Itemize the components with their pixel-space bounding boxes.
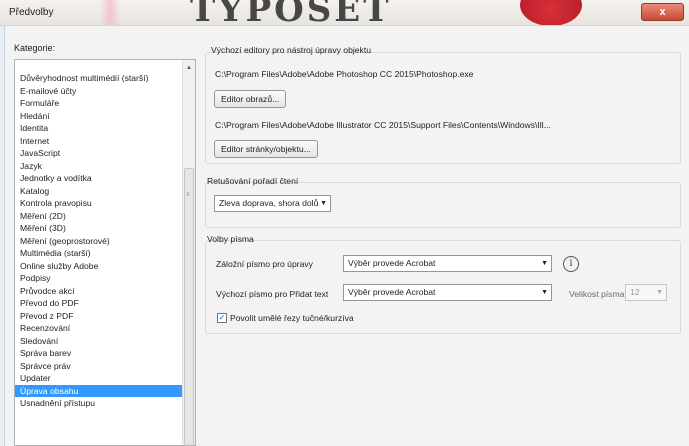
categories-list[interactable]: Důvěryhodnost multimédií (starší) E-mail… xyxy=(14,59,196,446)
category-item[interactable]: Správa barev xyxy=(20,347,71,360)
synthetic-styles-checkbox[interactable]: ✓ xyxy=(217,313,227,323)
category-item[interactable]: Usnadnění přístupu xyxy=(20,397,95,410)
fallback-font-label: Záložní písmo pro úpravy xyxy=(216,259,313,269)
default-font-label: Výchozí písmo pro Přidat text xyxy=(216,289,329,299)
brand-logo: TYPOSET xyxy=(190,0,392,26)
category-item[interactable]: Hledání xyxy=(20,110,50,123)
category-item[interactable]: Internet xyxy=(20,135,49,148)
default-font-select[interactable]: Výběr provede Acrobat ▼ xyxy=(343,284,552,301)
category-item[interactable]: Měření (geoprostorové) xyxy=(20,235,110,248)
page-editor-button[interactable]: Editor stránky/objektu... xyxy=(214,140,318,158)
close-button[interactable]: x xyxy=(641,3,684,21)
font-size-select[interactable]: 12 ▼ xyxy=(625,284,667,301)
chevron-down-icon: ▼ xyxy=(541,260,548,267)
category-item[interactable]: Jednotky a vodítka xyxy=(20,172,92,185)
category-item-selected[interactable]: Úprava obsahu xyxy=(15,384,182,397)
image-editor-button[interactable]: Editor obrazů... xyxy=(214,90,287,108)
category-item[interactable]: Důvěryhodnost multimédií (starší) xyxy=(20,72,148,85)
category-item[interactable]: Převod do PDF xyxy=(20,297,79,310)
window-title: Předvolby xyxy=(9,7,54,18)
title-bar: Předvolby TYPOSET x xyxy=(0,0,689,26)
font-size-label: Velikost písma xyxy=(569,289,625,299)
category-item[interactable]: Recenzování xyxy=(20,322,70,335)
category-item[interactable]: Podpisy xyxy=(20,272,51,285)
categories-label: Kategorie: xyxy=(14,43,56,53)
category-item[interactable]: Formuláře xyxy=(20,97,59,110)
category-item[interactable]: Průvodce akcí xyxy=(20,285,74,298)
synthetic-styles-label: Povolit umělé řezy tučné/kurzíva xyxy=(230,313,354,323)
category-item[interactable]: Jazyk xyxy=(20,160,42,173)
category-item[interactable]: Převod z PDF xyxy=(20,310,74,323)
category-item[interactable]: E-mailové účty xyxy=(20,85,76,98)
editors-group-title: Výchozí editory pro nástroj úpravy objek… xyxy=(211,45,372,55)
background-decoration xyxy=(100,0,120,25)
category-item[interactable]: Identita xyxy=(20,122,48,135)
image-editor-path: C:\Program Files\Adobe\Adobe Photoshop C… xyxy=(215,69,474,79)
reading-order-title: Retušování pořadí čtení xyxy=(207,176,299,186)
category-item[interactable]: JavaScript xyxy=(20,147,60,160)
font-size-value: 12 xyxy=(630,287,640,297)
category-item[interactable]: Kontrola pravopisu xyxy=(20,197,92,210)
scroll-up-icon[interactable]: ▲ xyxy=(186,65,192,71)
reading-order-select[interactable]: Zleva doprava, shora dolů ▼ xyxy=(214,195,331,212)
category-item[interactable]: Online služby Adobe xyxy=(20,260,98,273)
grip-icon: ≡ xyxy=(186,192,190,198)
category-scrollbar[interactable]: ▲ ≡ xyxy=(182,60,195,445)
chevron-down-icon: ▼ xyxy=(656,289,663,296)
chevron-down-icon: ▼ xyxy=(320,200,327,207)
info-icon[interactable]: i xyxy=(563,256,579,272)
page-editor-path: C:\Program Files\Adobe\Adobe Illustrator… xyxy=(215,120,551,130)
category-item[interactable]: Updater xyxy=(20,372,51,385)
reading-order-value: Zleva doprava, shora dolů xyxy=(219,198,319,208)
default-font-value: Výběr provede Acrobat xyxy=(348,287,436,297)
chevron-down-icon: ▼ xyxy=(541,289,548,296)
fallback-font-select[interactable]: Výběr provede Acrobat ▼ xyxy=(343,255,552,272)
category-item[interactable]: Měření (3D) xyxy=(20,222,66,235)
category-item[interactable]: Multimédia (starší) xyxy=(20,247,91,260)
background-decoration-red xyxy=(520,0,582,25)
font-options-title: Volby písma xyxy=(207,234,254,244)
fallback-font-value: Výběr provede Acrobat xyxy=(348,258,436,268)
category-item[interactable]: Měření (2D) xyxy=(20,210,66,223)
category-item[interactable]: Správce práv xyxy=(20,360,71,373)
category-item[interactable]: Sledování xyxy=(20,335,58,348)
category-item[interactable]: Katalog xyxy=(20,185,49,198)
scroll-thumb[interactable] xyxy=(184,168,194,445)
